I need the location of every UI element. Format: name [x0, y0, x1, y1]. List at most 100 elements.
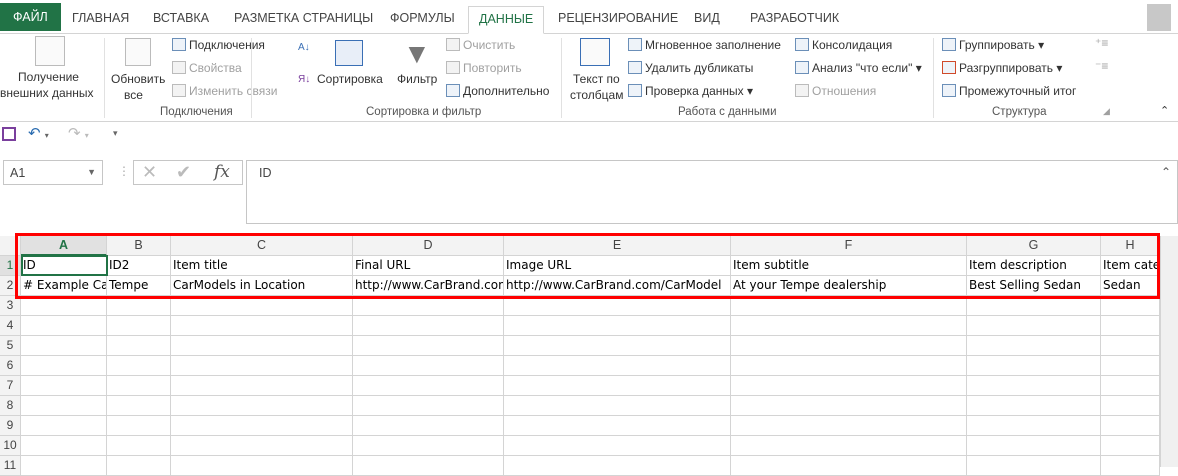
cell[interactable]	[353, 356, 504, 376]
save-icon[interactable]	[2, 127, 16, 141]
refresh-all-label[interactable]: все	[124, 88, 143, 102]
clear-button[interactable]: Очистить	[446, 38, 515, 52]
tab-review[interactable]: РЕЦЕНЗИРОВАНИЕ	[548, 6, 688, 34]
row-header[interactable]: 6	[0, 356, 21, 376]
cell[interactable]	[504, 376, 731, 396]
consolidate-button[interactable]: Консолидация	[795, 38, 892, 52]
cell[interactable]	[171, 456, 353, 476]
get-external-data-button[interactable]: Получение	[18, 70, 79, 84]
cell[interactable]: ID2	[107, 256, 171, 276]
cell[interactable]	[504, 356, 731, 376]
collapse-ribbon-icon[interactable]: ⌃	[1160, 104, 1169, 117]
cell[interactable]	[1101, 436, 1160, 456]
cell[interactable]: At your Tempe dealership	[731, 276, 967, 296]
cell[interactable]: CarModels in Location	[171, 276, 353, 296]
column-header-h[interactable]: H	[1101, 236, 1160, 256]
row-header[interactable]: 3	[0, 296, 21, 316]
relationships-button[interactable]: Отношения	[795, 84, 876, 98]
cell[interactable]	[107, 396, 171, 416]
cell[interactable]	[107, 376, 171, 396]
insert-function-button[interactable]: fx	[214, 162, 230, 182]
row-header[interactable]: 1	[0, 256, 21, 276]
vertical-scrollbar[interactable]	[1160, 236, 1178, 467]
cell[interactable]	[21, 336, 107, 356]
cell[interactable]	[731, 336, 967, 356]
cell[interactable]	[353, 396, 504, 416]
tab-insert[interactable]: ВСТАВКА	[143, 6, 219, 34]
cell[interactable]: Sedan	[1101, 276, 1160, 296]
cell[interactable]	[171, 356, 353, 376]
cell[interactable]	[107, 436, 171, 456]
row-header[interactable]: 11	[0, 456, 21, 476]
row-header[interactable]: 2	[0, 276, 21, 296]
cell[interactable]	[171, 436, 353, 456]
cell[interactable]	[504, 456, 731, 476]
reapply-button[interactable]: Повторить	[446, 61, 522, 75]
column-header-a[interactable]: A	[21, 236, 107, 256]
group-button[interactable]: Группировать ▾	[942, 38, 1044, 52]
cell[interactable]	[504, 336, 731, 356]
name-box[interactable]: A1 ▼	[3, 160, 103, 185]
what-if-button[interactable]: Анализ "что если" ▾	[795, 61, 922, 75]
flash-fill-button[interactable]: Мгновенное заполнение	[628, 38, 781, 52]
cell[interactable]	[21, 396, 107, 416]
enter-icon[interactable]: ✔	[176, 162, 191, 183]
tab-view[interactable]: ВИД	[684, 6, 730, 34]
cell[interactable]	[1101, 316, 1160, 336]
tab-formulas[interactable]: ФОРМУЛЫ	[380, 6, 465, 34]
column-header-f[interactable]: F	[731, 236, 967, 256]
cell[interactable]	[171, 396, 353, 416]
text-to-columns-label[interactable]: столбцам	[570, 88, 623, 102]
redo-icon[interactable]: ↷ ▾	[68, 124, 89, 142]
cell[interactable]	[731, 356, 967, 376]
cell[interactable]: Best Selling Sedan	[967, 276, 1101, 296]
cell[interactable]	[21, 356, 107, 376]
cell[interactable]	[1101, 356, 1160, 376]
cell[interactable]	[107, 356, 171, 376]
cell[interactable]	[967, 396, 1101, 416]
cell[interactable]	[353, 456, 504, 476]
cell[interactable]: Item subtitle	[731, 256, 967, 276]
row-header[interactable]: 7	[0, 376, 21, 396]
tab-home[interactable]: ГЛАВНАЯ	[62, 6, 139, 34]
cell[interactable]	[504, 436, 731, 456]
cell[interactable]	[1101, 376, 1160, 396]
remove-duplicates-button[interactable]: Удалить дубликаты	[628, 61, 753, 75]
cell[interactable]	[21, 376, 107, 396]
column-header-g[interactable]: G	[967, 236, 1101, 256]
column-header-b[interactable]: B	[107, 236, 171, 256]
hide-detail-icon[interactable]: ⁻≡	[1095, 59, 1108, 73]
cell[interactable]	[731, 456, 967, 476]
sort-button[interactable]: Сортировка	[317, 72, 383, 86]
cell[interactable]	[731, 396, 967, 416]
cell[interactable]	[21, 456, 107, 476]
row-header[interactable]: 5	[0, 336, 21, 356]
cell[interactable]	[171, 316, 353, 336]
cell[interactable]	[353, 336, 504, 356]
user-avatar-icon[interactable]	[1147, 4, 1171, 31]
cell[interactable]	[1101, 296, 1160, 316]
tab-developer[interactable]: РАЗРАБОТЧИК	[740, 6, 849, 34]
cell[interactable]	[353, 316, 504, 336]
refresh-all-button[interactable]: Обновить	[111, 72, 165, 86]
data-validation-button[interactable]: Проверка данных ▾	[628, 84, 753, 98]
cell[interactable]	[107, 296, 171, 316]
cell[interactable]	[21, 416, 107, 436]
get-external-data-label[interactable]: внешних данных	[0, 86, 94, 100]
text-to-columns-button[interactable]: Текст по	[573, 72, 620, 86]
cell[interactable]	[171, 336, 353, 356]
cell[interactable]: Item description	[967, 256, 1101, 276]
cell[interactable]	[107, 336, 171, 356]
sort-za-icon[interactable]: Я↓	[298, 74, 310, 85]
cell[interactable]: Final URL	[353, 256, 504, 276]
formula-bar[interactable]: ID ⌃	[246, 160, 1178, 224]
row-header[interactable]: 10	[0, 436, 21, 456]
cell[interactable]	[1101, 416, 1160, 436]
drag-handle-icon[interactable]: ⋮	[118, 164, 130, 178]
column-header-c[interactable]: C	[171, 236, 353, 256]
cell[interactable]	[107, 456, 171, 476]
cell[interactable]	[504, 416, 731, 436]
filter-button[interactable]: Фильтр	[397, 72, 437, 86]
cell[interactable]	[967, 436, 1101, 456]
tab-file[interactable]: ФАЙЛ	[0, 3, 61, 31]
